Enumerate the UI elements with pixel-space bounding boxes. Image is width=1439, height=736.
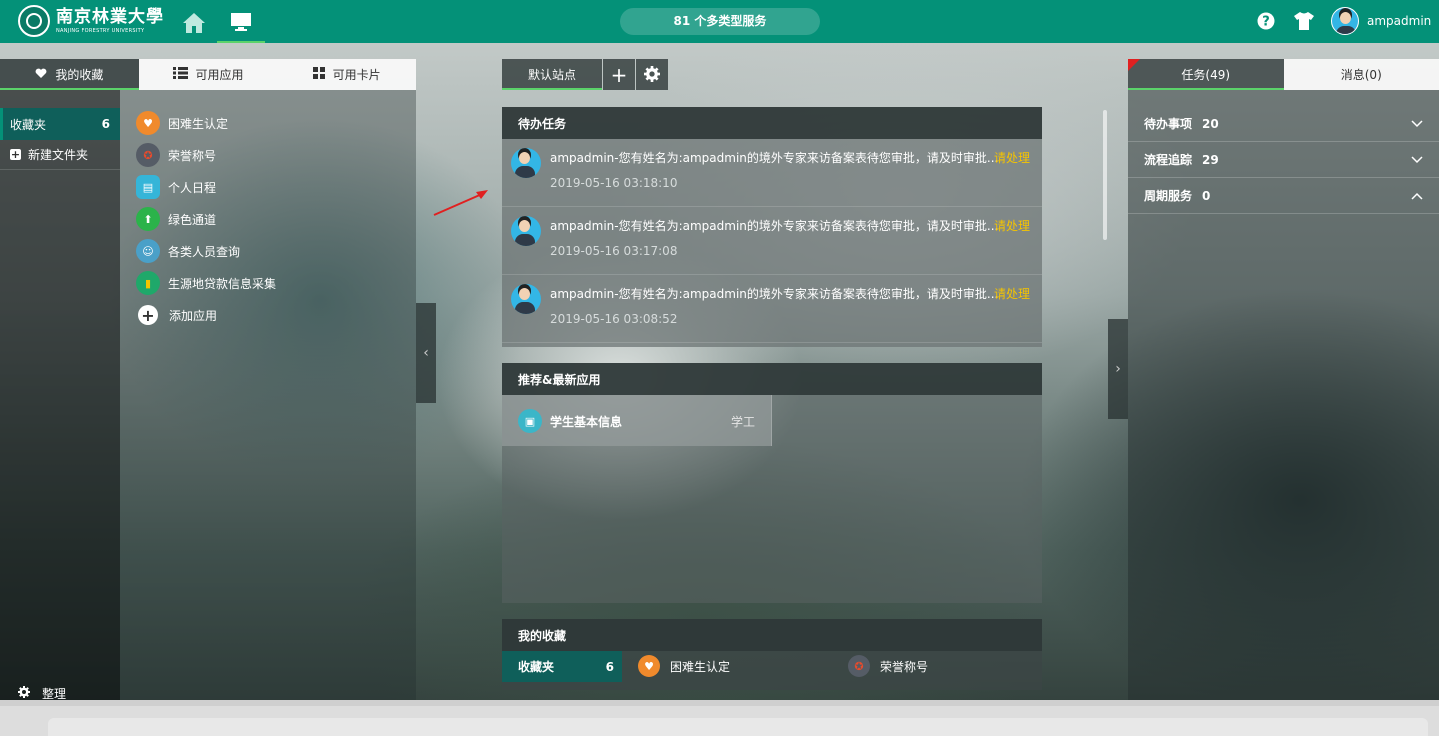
medal-icon: ✪ xyxy=(136,143,160,167)
favorites-title: 我的收藏 xyxy=(502,619,1042,651)
tab-available-apps[interactable]: 可用应用 xyxy=(139,59,278,90)
skin-shirt-icon[interactable] xyxy=(1293,11,1315,34)
chevron-down-icon xyxy=(1411,153,1423,167)
task-avatar xyxy=(511,148,541,178)
right-tabs: 任务(49) 消息(0) xyxy=(1128,59,1439,90)
schedule-card-icon: ▤ xyxy=(136,175,160,199)
left-tabs: 我的收藏 可用应用 可用卡片 xyxy=(0,59,416,90)
new-badge-corner xyxy=(1128,59,1140,71)
task-time: 2019-05-16 03:08:52 xyxy=(550,312,678,326)
todo-scrollbar[interactable] xyxy=(1103,110,1107,240)
university-logo[interactable]: 南京林業大學 NANJING FORESTRY UNIVERSITY xyxy=(18,5,164,37)
app-honor-title[interactable]: ✪ 荣誉称号 xyxy=(136,139,276,171)
user-avatar xyxy=(1331,7,1359,35)
heart-icon xyxy=(35,68,47,82)
task-text: ampadmin-您有姓名为:ampadmin的境外专家来访备案表待您审批，请及… xyxy=(550,219,999,233)
task-text: ampadmin-您有姓名为:ampadmin的境外专家来访备案表待您审批，请及… xyxy=(550,287,999,301)
gear-icon xyxy=(644,63,660,87)
favorites-folder[interactable]: 收藏夹 6 xyxy=(0,108,120,140)
os-dock xyxy=(48,718,1428,736)
fav-app-hardship[interactable]: ♥ 困难生认定 xyxy=(638,655,730,677)
task-handle-link[interactable]: 请处理 xyxy=(994,149,1030,166)
university-seal-icon xyxy=(18,5,50,37)
folder-count: 6 xyxy=(101,117,110,131)
my-favorites-card: 我的收藏 收藏夹 6 ♥ 困难生认定 ✪ 荣誉称号 xyxy=(502,619,1042,690)
tab-tasks[interactable]: 任务(49) xyxy=(1128,59,1284,90)
app-personal-schedule[interactable]: ▤ 个人日程 xyxy=(136,171,276,203)
new-folder-button[interactable]: + 新建文件夹 xyxy=(0,140,120,170)
tab-messages[interactable]: 消息(0) xyxy=(1284,59,1439,90)
services-count-button[interactable]: 81 个多类型服务 xyxy=(620,8,820,35)
task-item[interactable]: ampadmin-您有姓名为:ampadmin的境外专家来访备案表待您审批，请及… xyxy=(502,207,1042,275)
task-avatar xyxy=(511,284,541,314)
recommend-title: 推荐&最新应用 xyxy=(502,363,1042,395)
todo-title: 待办任务 xyxy=(502,107,1042,139)
task-time: 2019-05-16 03:18:10 xyxy=(550,176,678,190)
app-hardship-certification[interactable]: ♥ 困难生认定 xyxy=(136,107,276,139)
logo-name-cn: 南京林業大學 xyxy=(56,7,164,27)
task-item[interactable]: ampadmin-您有姓名为:ampadmin的境外专家来访备案表待您审批，请及… xyxy=(502,275,1042,343)
rec-app-label: 学生基本信息 xyxy=(550,415,623,429)
hands-heart-icon: ♥ xyxy=(638,655,660,677)
process-tracking-row[interactable]: 流程追踪 29 xyxy=(1128,142,1439,178)
task-avatar xyxy=(511,216,541,246)
app-student-loan-info[interactable]: ▮ 生源地贷款信息采集 xyxy=(136,267,276,299)
document-icon: ▮ xyxy=(136,271,160,295)
periodic-service-row[interactable]: 周期服务 0 xyxy=(1128,178,1439,214)
medal-icon: ✪ xyxy=(848,655,870,677)
favorite-apps-list: ♥ 困难生认定 ✪ 荣誉称号 ▤ 个人日程 ⬆ 绿色通道 ☺ 各类人员查询 ▮ … xyxy=(136,107,276,331)
collapse-right-button[interactable]: › xyxy=(1108,319,1128,419)
up-arrow-icon: ⬆ xyxy=(136,207,160,231)
svg-text:?: ? xyxy=(1262,15,1270,30)
tab-my-favorites[interactable]: 我的收藏 xyxy=(0,59,139,90)
top-header: 南京林業大學 NANJING FORESTRY UNIVERSITY 81 个多… xyxy=(0,0,1439,43)
chevron-left-icon: ‹ xyxy=(423,345,429,361)
task-handle-link[interactable]: 请处理 xyxy=(994,285,1030,302)
task-handle-link[interactable]: 请处理 xyxy=(994,217,1030,234)
station-settings-button[interactable] xyxy=(636,59,668,90)
plus-icon: + xyxy=(610,62,628,87)
username: ampadmin xyxy=(1367,14,1432,28)
left-panel: 我的收藏 可用应用 可用卡片 收藏夹 6 + 新建文件夹 整理 ♥ 困难生认定 … xyxy=(0,59,416,706)
gear-icon xyxy=(18,686,30,701)
add-app-button[interactable]: + 添加应用 xyxy=(136,299,276,331)
help-icon[interactable]: ? xyxy=(1257,12,1275,33)
tab-default-station[interactable]: 默认站点 xyxy=(502,59,602,90)
logo-name-en: NANJING FORESTRY UNIVERSITY xyxy=(56,28,145,34)
task-text: ampadmin-您有姓名为:ampadmin的境外专家来访备案表待您审批，请及… xyxy=(550,151,999,165)
hands-heart-icon: ♥ xyxy=(136,111,160,135)
home-icon[interactable] xyxy=(181,11,207,35)
rec-app-tag: 学工 xyxy=(730,415,755,429)
todo-tasks-card: 待办任务 ampadmin-您有姓名为:ampadmin的境外专家来访备案表待您… xyxy=(502,107,1042,347)
grid-icon xyxy=(312,67,325,82)
people-icon: ☺ xyxy=(136,239,160,263)
center-tabs: 默认站点 + xyxy=(502,59,668,90)
annotation-arrow-icon xyxy=(433,190,488,216)
plus-icon: + xyxy=(10,148,21,161)
task-time: 2019-05-16 03:17:08 xyxy=(550,244,678,258)
student-card-icon: ▣ xyxy=(518,409,542,433)
folder-sidebar: 收藏夹 6 + 新建文件夹 整理 xyxy=(0,90,120,706)
app-personnel-query[interactable]: ☺ 各类人员查询 xyxy=(136,235,276,267)
tab-available-cards[interactable]: 可用卡片 xyxy=(277,59,416,90)
user-menu[interactable]: ampadmin xyxy=(1331,7,1431,35)
favorites-folder-tab[interactable]: 收藏夹 6 xyxy=(502,651,622,682)
chevron-down-icon xyxy=(1411,117,1423,131)
todo-items-row[interactable]: 待办事项 20 xyxy=(1128,106,1439,142)
list-icon xyxy=(172,67,188,82)
chevron-right-icon: › xyxy=(1115,361,1121,377)
app-green-channel[interactable]: ⬆ 绿色通道 xyxy=(136,203,276,235)
chevron-up-icon xyxy=(1411,189,1423,203)
fav-app-honor[interactable]: ✪ 荣誉称号 xyxy=(848,655,928,677)
new-folder-label: 新建文件夹 xyxy=(28,148,89,162)
app-student-basic-info[interactable]: ▣ 学生基本信息 学工 xyxy=(502,395,772,446)
desktop-icon[interactable] xyxy=(217,0,265,43)
add-station-button[interactable]: + xyxy=(603,59,635,90)
folder-label: 收藏夹 xyxy=(10,117,47,132)
task-item[interactable]: ampadmin-您有姓名为:ampadmin的境外专家来访备案表待您审批，请及… xyxy=(502,139,1042,207)
right-panel: 任务(49) 消息(0) 待办事项 20 流程追踪 29 周期服务 0 xyxy=(1128,59,1439,706)
plus-circle-icon: + xyxy=(138,305,158,325)
recommend-apps-card: 推荐&最新应用 ▣ 学生基本信息 学工 xyxy=(502,363,1042,603)
collapse-left-button[interactable]: ‹ xyxy=(416,303,436,403)
